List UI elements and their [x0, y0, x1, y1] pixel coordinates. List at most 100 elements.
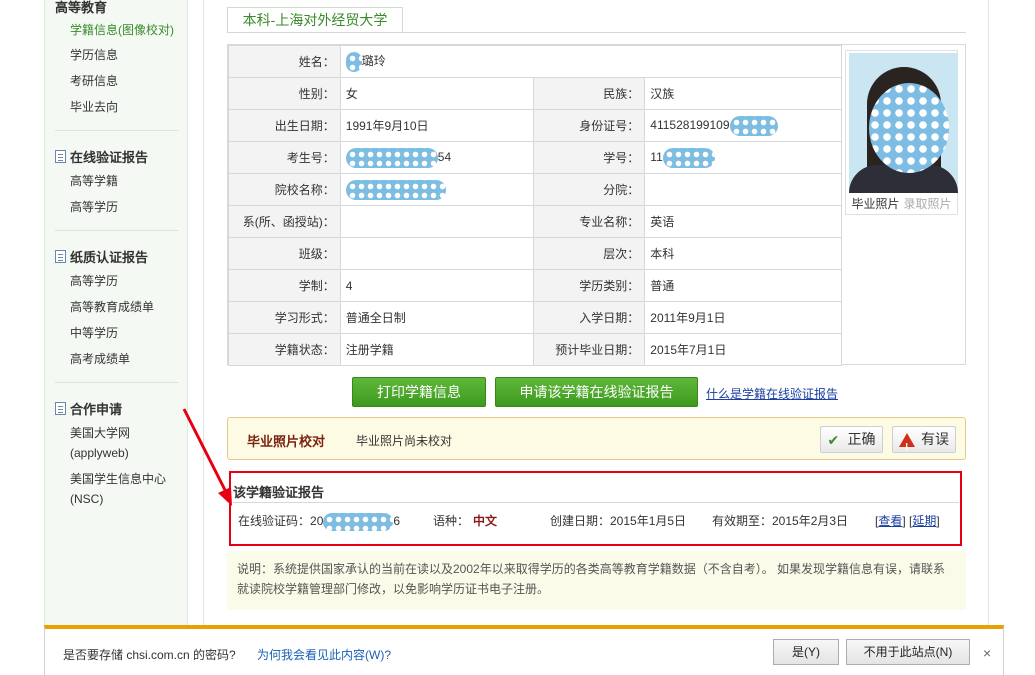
degree-type-value: 普通 — [644, 269, 842, 302]
print-enrollment-button[interactable]: 打印学籍信息 — [352, 377, 486, 407]
sidebar-item-paper-secondary[interactable]: 中等学历 — [70, 323, 118, 343]
table-row: 考生号： 54 学号： 11 — [228, 141, 842, 174]
sidebar-item-graduate-destination[interactable]: 毕业去向 — [70, 97, 118, 117]
sidebar-item-paper-gaokao[interactable]: 高考成绩单 — [70, 349, 130, 369]
table-row: 姓名： 璐玲 — [228, 45, 843, 78]
photo-check-bar: 毕业照片校对 毕业照片尚未校对 ✔ 正确 有误 — [227, 417, 966, 460]
table-row: 出生日期： 1991年9月10日 身份证号： 411528199109 — [228, 109, 842, 142]
photo-correct-button[interactable]: ✔ 正确 — [820, 426, 883, 453]
sidebar-divider — [55, 130, 179, 131]
study-form-label: 学习形式： — [228, 301, 341, 334]
what-is-report-link[interactable]: 什么是学籍在线验证报告 — [706, 385, 838, 402]
table-row: 学籍状态： 注册学籍 预计毕业日期： 2015年7月1日 — [228, 333, 842, 366]
save-password-bar: 是否要存储 chsi.com.cn 的密码? 为何我会看见此内容(W)? 是(Y… — [44, 625, 1004, 675]
redaction-blur — [729, 115, 778, 136]
redaction-blur — [869, 83, 949, 173]
sidebar-head-label: 合作申请 — [70, 402, 123, 417]
graduation-date-label: 预计毕业日期： — [532, 333, 646, 366]
table-row: 院校名称： 分院： — [228, 173, 842, 206]
checkmark-icon: ✔ — [827, 431, 840, 448]
sidebar-head-paper-report: 纸质认证报告 — [55, 247, 148, 266]
save-password-yes-button[interactable]: 是(Y) — [773, 639, 839, 665]
birthdate-value: 1991年9月10日 — [339, 109, 534, 142]
duration-value: 4 — [339, 269, 534, 302]
redaction-blur — [662, 147, 715, 168]
photo-panel: 毕业照片 录取照片 — [845, 50, 958, 215]
sidebar-head-label: 在线验证报告 — [70, 150, 149, 165]
never-for-site-button[interactable]: 不用于此站点(N) — [846, 639, 970, 665]
school-name-value — [339, 173, 534, 206]
notice-text: 说明：系统提供国家承认的当前在读以及2002年以来取得学历的各类高等教育学籍数据… — [227, 551, 966, 610]
apply-online-report-button[interactable]: 申请该学籍在线验证报告 — [495, 377, 698, 407]
highlight-box — [229, 471, 962, 546]
photo-caption: 毕业照片 录取照片 — [846, 195, 957, 213]
school-name-label: 院校名称： — [228, 173, 341, 206]
gender-value: 女 — [339, 77, 534, 110]
document-icon — [55, 150, 66, 163]
table-row: 系(所、函授站)： 专业名称： 英语 — [228, 205, 842, 238]
degree-type-label: 学历类别： — [532, 269, 646, 302]
class-value — [339, 237, 534, 270]
major-value: 英语 — [644, 205, 842, 238]
student-number-value: 11 — [644, 141, 842, 174]
sidebar-item-paper-degree[interactable]: 高等学历 — [70, 271, 118, 291]
close-icon[interactable]: × — [983, 645, 991, 661]
id-number-label: 身份证号： — [532, 109, 646, 142]
gender-label: 性别： — [228, 77, 341, 110]
sidebar-item-online-enrollment[interactable]: 高等学籍 — [70, 171, 118, 191]
document-icon — [55, 402, 66, 415]
duration-label: 学制： — [228, 269, 341, 302]
ethnicity-value: 汉族 — [644, 77, 842, 110]
sidebar-head-label: 高等教育 — [55, 0, 108, 15]
id-number-value: 411528199109 — [644, 109, 842, 142]
photo-check-message: 毕业照片尚未校对 — [356, 434, 453, 448]
graduation-photo-tab[interactable]: 毕业照片 — [851, 197, 899, 211]
student-number-label: 学号： — [532, 141, 646, 174]
redaction-blur — [345, 51, 362, 72]
table-row: 性别： 女 民族： 汉族 — [228, 77, 842, 110]
branch-label: 分院： — [532, 173, 646, 206]
sidebar-item-postgrad-info[interactable]: 考研信息 — [70, 71, 118, 91]
sidebar-item-enrollment-info[interactable]: 学籍信息(图像校对) — [70, 20, 174, 40]
table-row: 班级： 层次： 本科 — [228, 237, 842, 270]
student-info-table: 姓名： 璐玲 性别： 女 民族： 汉族 出生日期： 1991年9月10日 身份证… — [228, 45, 843, 366]
status-value: 注册学籍 — [339, 333, 534, 366]
study-form-value: 普通全日制 — [339, 301, 534, 334]
why-see-this-link[interactable]: 为何我会看见此内容(W)? — [257, 646, 391, 663]
sidebar-item-applyweb[interactable]: 美国大学网 — [70, 423, 130, 443]
exam-number-label: 考生号： — [228, 141, 341, 174]
photo-error-button[interactable]: 有误 — [892, 426, 956, 460]
tab-university[interactable]: 本科-上海对外经贸大学 — [227, 7, 403, 33]
ethnicity-label: 民族： — [532, 77, 646, 110]
sidebar-divider — [55, 230, 179, 231]
tab-underline — [227, 32, 966, 33]
sidebar-head-higher-edu: 高等教育 — [55, 0, 107, 16]
name-value: 璐玲 — [339, 45, 843, 78]
admission-photo-tab[interactable]: 录取照片 — [904, 197, 952, 211]
exam-number-value: 54 — [339, 141, 534, 174]
birthdate-label: 出生日期： — [228, 109, 341, 142]
document-icon — [55, 250, 66, 263]
sidebar-item-applyweb-sub[interactable]: (applyweb) — [70, 443, 129, 463]
page: 高等教育 学籍信息(图像校对) 学历信息 考研信息 毕业去向 在线验证报告 高等… — [0, 0, 1035, 675]
photo-check-title: 毕业照片校对 — [247, 434, 326, 449]
status-label: 学籍状态： — [228, 333, 341, 366]
sidebar-head-cooperation: 合作申请 — [55, 399, 122, 418]
enroll-date-value: 2011年9月1日 — [644, 301, 842, 334]
redaction-blur — [345, 179, 446, 200]
department-value — [339, 205, 534, 238]
sidebar-item-nsc-sub[interactable]: (NSC) — [70, 489, 103, 509]
table-row: 学制： 4 学历类别： 普通 — [228, 269, 842, 302]
major-label: 专业名称： — [532, 205, 646, 238]
sidebar-item-degree-info[interactable]: 学历信息 — [70, 45, 118, 65]
sidebar-item-paper-transcript[interactable]: 高等教育成绩单 — [70, 297, 154, 317]
sidebar-item-nsc[interactable]: 美国学生信息中心 — [70, 469, 166, 489]
sidebar-item-online-degree[interactable]: 高等学历 — [70, 197, 118, 217]
sidebar-head-online-report: 在线验证报告 — [55, 147, 148, 166]
sidebar: 高等教育 学籍信息(图像校对) 学历信息 考研信息 毕业去向 在线验证报告 高等… — [44, 0, 188, 625]
sidebar-divider — [55, 382, 179, 383]
department-label: 系(所、函授站)： — [228, 205, 341, 238]
redaction-blur — [345, 147, 438, 168]
warning-icon — [899, 432, 915, 460]
save-password-question: 是否要存储 chsi.com.cn 的密码? — [63, 648, 236, 662]
